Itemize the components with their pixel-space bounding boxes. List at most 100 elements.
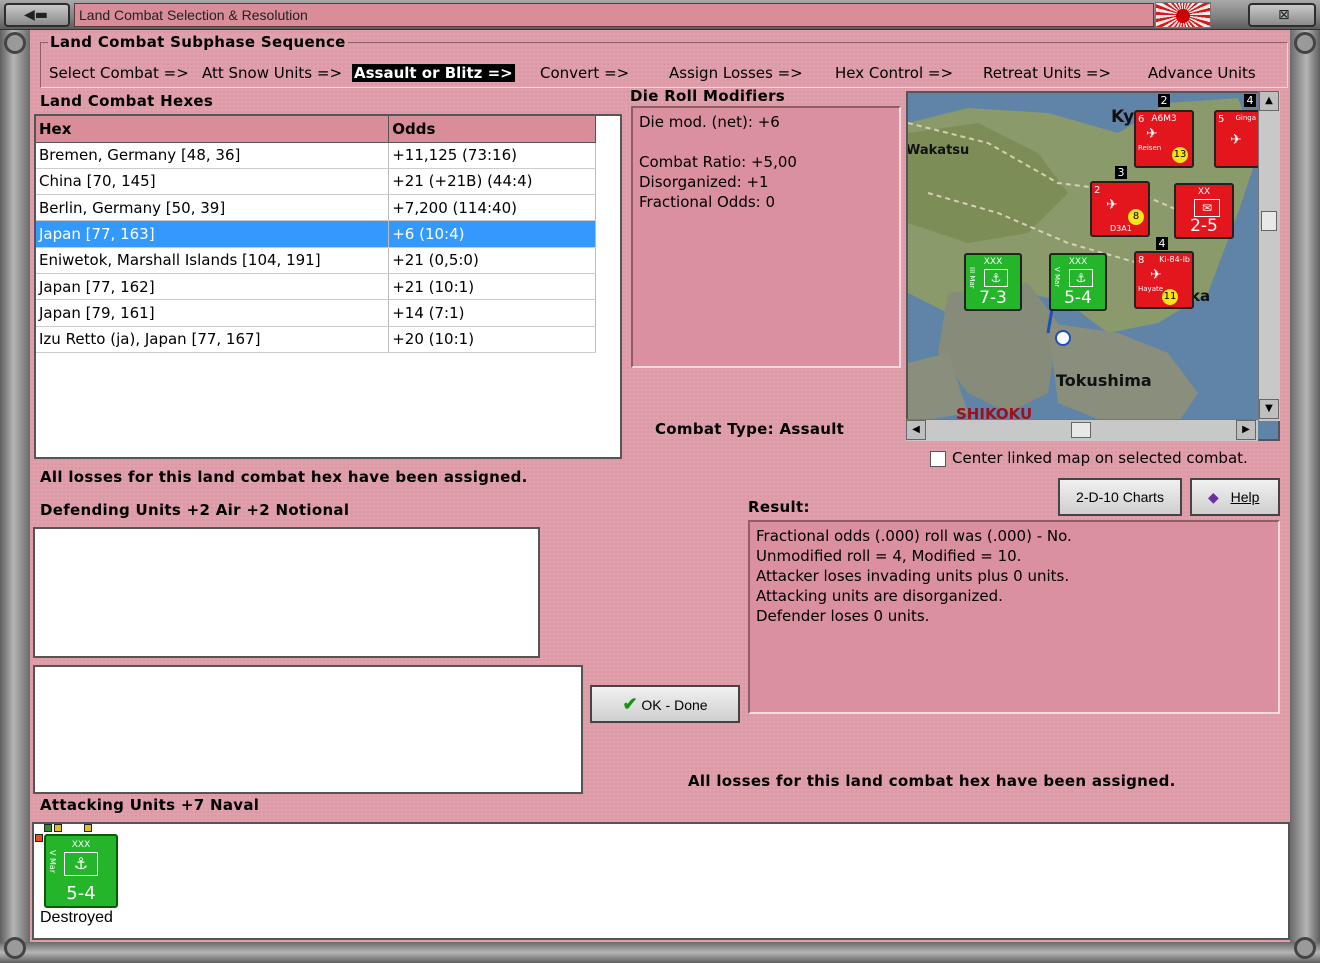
column-header-hex[interactable]: Hex (36, 116, 390, 143)
seq-step-assault-or-blitz[interactable]: Assault or Blitz => (352, 64, 515, 82)
anchor-icon: ⚓ (984, 269, 1008, 287)
seq-step-hex-control[interactable]: Hex Control => (835, 64, 953, 82)
counter-value: 11 (1162, 289, 1178, 305)
frame-corner-icon (4, 937, 26, 959)
window-menu-button[interactable]: ◀▬ (4, 3, 70, 27)
attacking-units-label: Attacking Units +7 Naval (40, 796, 260, 814)
scroll-thumb[interactable] (1261, 211, 1277, 231)
table-row-selected[interactable]: Japan [77, 163] +6 (10:4) (36, 220, 596, 248)
result-line: Fractional odds (.000) roll was (.000) -… (756, 527, 1072, 545)
window-title: Land Combat Selection & Resolution (74, 3, 1154, 27)
hex-cell: Eniwetok, Marshall Islands [104, 191] (36, 247, 390, 274)
title-bar: ◀▬ Land Combat Selection & Resolution ⊠ (0, 0, 1320, 30)
dive-bomber-counter-d3a1[interactable]: 2 ✈ D3A1 8 (1090, 181, 1150, 237)
result-panel: Fractional odds (.000) roll was (.000) -… (748, 520, 1280, 714)
help-button-label: Help (1230, 489, 1260, 505)
seq-step-convert[interactable]: Convert => (540, 64, 629, 82)
plane-icon: ✈ (1146, 126, 1158, 142)
stack-count-badge: 4 (1156, 237, 1168, 250)
sequence-title: Land Combat Subphase Sequence (48, 33, 348, 51)
secondary-units-list[interactable] (33, 665, 583, 794)
result-line: Unmodified roll = 4, Modified = 10. (756, 547, 1022, 565)
table-row[interactable]: China [70, 145] +21 (+21B) (44:4) (36, 168, 596, 196)
attacking-units-list[interactable] (32, 822, 1290, 940)
counter-size: XXX (1068, 257, 1088, 267)
counter-unit-name: V Mar (48, 850, 57, 874)
hex-cell: Japan [77, 162] (36, 273, 390, 301)
seq-step-advance-units[interactable]: Advance Units (1148, 64, 1256, 82)
charts-button[interactable]: 2-D-10 Charts (1058, 478, 1182, 516)
counter-range: 2 (1094, 185, 1101, 196)
table-row[interactable]: Izu Retto (ja), Japan [77, 167] +20 (10:1… (36, 326, 596, 353)
marine-corps-counter-7-3[interactable]: XXX III Mar ⚓ 7-3 (964, 253, 1022, 311)
table-row[interactable]: Japan [79, 161] +14 (7:1) (36, 299, 596, 327)
hex-cell: Japan [79, 161] (36, 299, 390, 327)
main-panel: Land Combat Subphase Sequence Select Com… (30, 30, 1290, 942)
table-row[interactable]: Japan [77, 162] +21 (10:1) (36, 273, 596, 301)
frame-corner-icon (1294, 32, 1316, 54)
modifier-line: Combat Ratio: +5,00 (639, 153, 797, 171)
center-linked-label[interactable]: Center linked map on selected combat. (952, 449, 1248, 467)
land-combat-hexes-table: Hex Odds Bremen, Germany [48, 36] +11,125… (34, 114, 622, 459)
defending-units-list[interactable] (33, 527, 540, 658)
hex-cell: China [70, 145] (36, 168, 390, 196)
checkmark-icon: ✔ (622, 694, 638, 714)
hq-counter-2-5[interactable]: XX ✉ 2-5 (1174, 183, 1234, 239)
attacking-unit-counter[interactable]: XXX V Mar ⚓ 5-4 (44, 834, 118, 908)
frame-left (0, 30, 30, 963)
scroll-thumb[interactable] (1071, 422, 1091, 438)
table-row[interactable]: Berlin, Germany [50, 39] +7,200 (114:40) (36, 194, 596, 222)
hex-cell: Berlin, Germany [50, 39] (36, 194, 390, 222)
seq-step-att-snow-units[interactable]: Att Snow Units => (202, 64, 342, 82)
counter-range: 5 (1218, 114, 1225, 125)
ok-done-button[interactable]: ✔ OK - Done (590, 685, 740, 723)
unit-status-destroyed: Destroyed (40, 909, 113, 926)
map-horizontal-scrollbar[interactable]: ◀ ▶ (906, 419, 1258, 441)
seq-step-retreat-units[interactable]: Retreat Units => (983, 64, 1111, 82)
odds-cell: +20 (10:1) (388, 326, 596, 353)
ok-done-label: OK - Done (641, 697, 708, 713)
scroll-down-icon[interactable]: ▼ (1259, 399, 1279, 419)
seq-step-assign-losses[interactable]: Assign Losses => (669, 64, 803, 82)
map-vertical-scrollbar[interactable]: ▲ ▼ (1258, 91, 1280, 421)
counter-size: XXX (71, 840, 91, 850)
seq-step-select-combat[interactable]: Select Combat => (49, 64, 189, 82)
die-roll-modifiers-label: Die Roll Modifiers (630, 87, 786, 105)
counter-aircraft-name: Reisen (1138, 144, 1162, 152)
close-window-button[interactable]: ⊠ (1248, 3, 1316, 27)
frame-corner-icon (4, 32, 26, 54)
fighter-counter-a6m3[interactable]: A6M3 6 ✈ Reisen 13 (1134, 110, 1194, 168)
result-line: Attacker loses invading units plus 0 uni… (756, 567, 1070, 585)
counter-range: 6 (1138, 114, 1145, 125)
help-button[interactable]: ◆ Help (1190, 478, 1280, 516)
stack-count-badge: 4 (1244, 94, 1256, 107)
status-marker-icon (35, 834, 43, 842)
scroll-up-icon[interactable]: ▲ (1259, 91, 1279, 111)
frame-corner-icon (1294, 937, 1316, 959)
map-label-ky: Ky (1111, 107, 1135, 127)
counter-aircraft-name: Hayate (1138, 285, 1164, 293)
table-row[interactable]: Eniwetok, Marshall Islands [104, 191] +21… (36, 247, 596, 274)
frame-bottom (0, 942, 1320, 963)
table-row[interactable]: Bremen, Germany [48, 36] +11,125 (73:16) (36, 142, 596, 169)
die-roll-modifiers-panel: Die mod. (net): +6 Combat Ratio: +5,00 D… (631, 106, 901, 368)
counter-strength: 5-4 (66, 883, 96, 904)
linked-map[interactable]: Ky Wakatsu Tokushima SHIKOKU ka XXX III … (906, 91, 1280, 441)
fighter-counter-ki84[interactable]: 8 Ki-84-Ib ✈ Hayate 11 (1134, 251, 1194, 309)
counter-strength: 2-5 (1190, 216, 1218, 236)
bomber-counter-ginga[interactable]: 5 Ginga ✈ (1214, 110, 1260, 168)
column-header-odds[interactable]: Odds (388, 116, 596, 143)
marine-corps-counter-5-4[interactable]: XXX V Mar ⚓ 5-4 (1049, 253, 1107, 311)
center-linked-checkbox[interactable] (930, 451, 946, 467)
status-marker-icon (84, 824, 92, 832)
scroll-right-icon[interactable]: ▶ (1236, 420, 1256, 440)
odds-cell: +6 (10:4) (388, 220, 596, 248)
anchor-icon: ⚓ (64, 852, 98, 876)
help-book-icon: ◆ (1208, 489, 1219, 505)
counter-size: XX (1197, 187, 1211, 197)
anchor-icon: ⚓ (1069, 269, 1093, 287)
plane-icon: ✈ (1106, 197, 1118, 213)
scroll-left-icon[interactable]: ◀ (906, 420, 926, 440)
stack-count-badge: 3 (1115, 166, 1127, 179)
hq-icon: ✉ (1194, 199, 1220, 217)
